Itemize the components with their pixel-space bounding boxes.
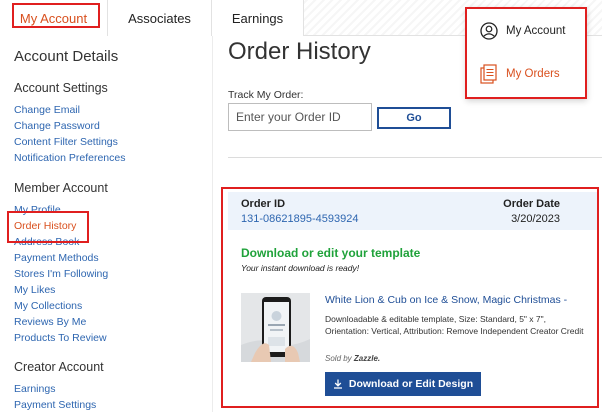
sidebar-item-reviews-by-me[interactable]: Reviews By Me [14,316,86,328]
tab-earnings[interactable]: Earnings [212,0,304,36]
sold-by-prefix: Sold by [325,354,352,363]
order-id-link[interactable]: 131-08621895-4593924 [241,213,358,225]
sidebar-item-notification-preferences[interactable]: Notification Preferences [14,152,125,164]
download-subtext: Your instant download is ready! [241,263,360,273]
tab-label: Earnings [231,10,284,26]
sold-by: Sold by Zazzle. [325,354,380,363]
order-id-label: Order ID [241,198,286,210]
page-title: Order History [228,38,371,65]
sidebar-item-earnings[interactable]: Earnings [14,383,55,395]
zazzle-brand[interactable]: Zazzle. [354,354,380,363]
orders-list-icon [480,64,497,84]
sidebar-item-order-history[interactable]: Order History [14,220,76,232]
tab-label: My Account [19,10,88,26]
sidebar-item-products-to-review[interactable]: Products To Review [14,332,107,344]
tab-associates[interactable]: Associates [108,0,212,36]
menu-label: My Account [506,25,566,37]
order-card: Order ID 131-08621895-4593924 Order Date… [228,192,598,404]
section-account-settings: Account Settings [14,81,108,95]
download-heading: Download or edit your template [241,246,421,260]
track-order-label: Track My Order: [228,89,304,101]
product-thumbnail[interactable] [241,293,310,362]
sidebar-item-change-password[interactable]: Change Password [14,120,100,132]
download-button-label: Download or Edit Design [348,378,474,390]
user-circle-icon [480,22,498,40]
section-divider [228,157,602,158]
product-title-link[interactable]: White Lion & Cub on Ice & Snow, Magic Ch… [325,294,567,306]
section-member-account: Member Account [14,181,108,195]
order-id-input[interactable] [228,103,372,131]
menu-label: My Orders [506,68,560,80]
sidebar-item-payment-settings[interactable]: Payment Settings [14,399,96,411]
sidebar-item-address-book[interactable]: Address Book [14,236,79,248]
sidebar-item-my-collections[interactable]: My Collections [14,300,82,312]
menu-item-my-orders[interactable]: My Orders [480,64,560,84]
product-description: Downloadable & editable template, Size: … [325,314,584,336]
sidebar-item-content-filter[interactable]: Content Filter Settings [14,136,118,148]
account-dropdown-menu: My Account My Orders [466,7,587,99]
download-edit-design-button[interactable]: Download or Edit Design [325,372,481,396]
sidebar-item-stores-following[interactable]: Stores I'm Following [14,268,108,280]
order-date-value: 3/20/2023 [511,213,560,225]
order-card-header: Order ID 131-08621895-4593924 Order Date… [228,192,598,230]
section-creator-account: Creator Account [14,360,104,374]
go-button[interactable]: Go [377,107,451,129]
sidebar-divider [212,36,213,412]
tab-label: Associates [128,10,191,26]
sidebar-item-my-profile[interactable]: My Profile [14,204,61,216]
sidebar-item-change-email[interactable]: Change Email [14,104,80,116]
phone-card-image [241,293,310,362]
sidebar-item-my-likes[interactable]: My Likes [14,284,55,296]
sidebar-title: Account Details [14,48,119,65]
order-date-label: Order Date [503,198,560,210]
menu-item-my-account[interactable]: My Account [480,22,565,40]
sidebar-item-payment-methods[interactable]: Payment Methods [14,252,99,264]
tab-my-account[interactable]: My Account [0,0,108,36]
download-icon [333,379,342,389]
